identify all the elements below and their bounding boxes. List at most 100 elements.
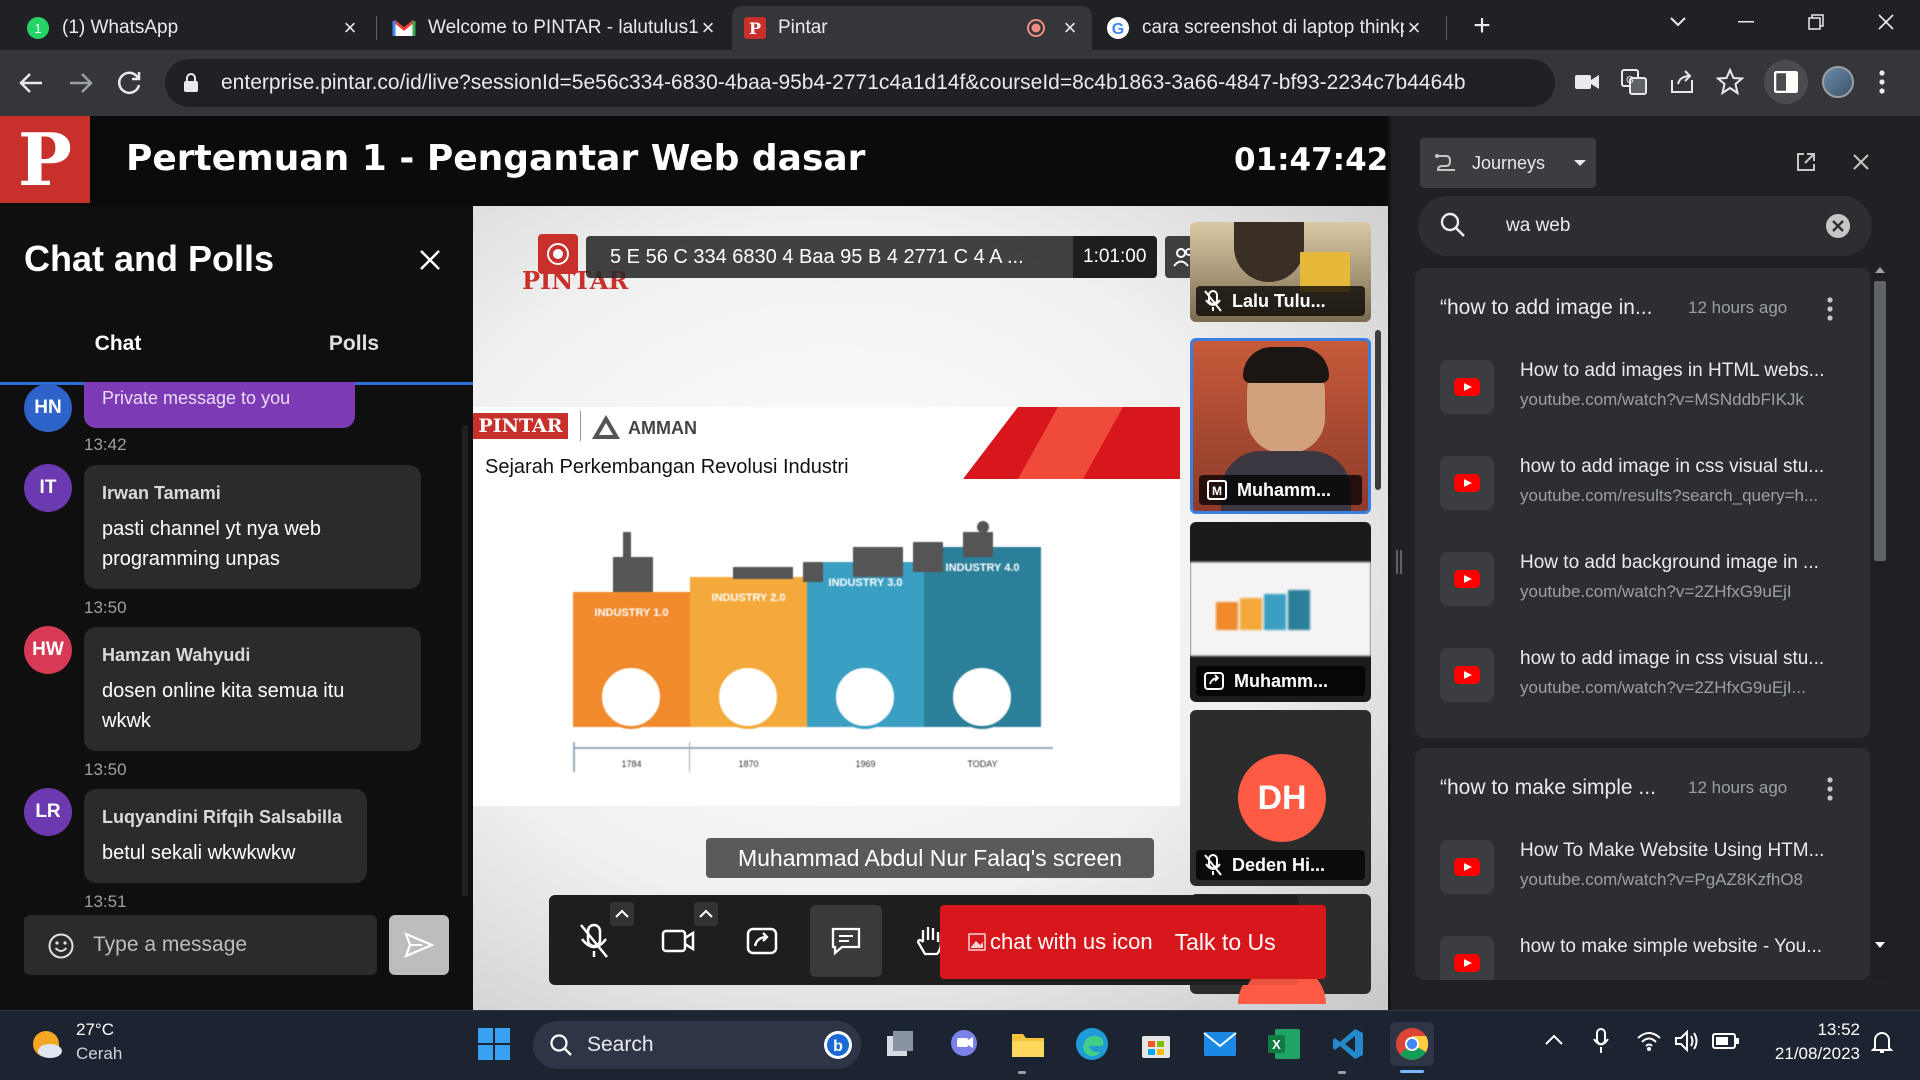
- youtube-icon: [1440, 456, 1494, 510]
- chat-message: Luqyandini Rifqih Salsabilla betul sekal…: [84, 789, 367, 883]
- close-tab-icon[interactable]: ×: [1404, 15, 1424, 41]
- chat-toggle-button[interactable]: [810, 905, 882, 977]
- clear-search-icon[interactable]: [1825, 213, 1851, 239]
- participant-tile-active[interactable]: M Muhamm...: [1190, 338, 1371, 514]
- taskbar-search[interactable]: Search b: [533, 1021, 861, 1069]
- bookmark-star-icon[interactable]: [1716, 68, 1744, 96]
- svg-text:M: M: [1212, 484, 1222, 498]
- journey-item-url: youtube.com/results?search_query=h...: [1520, 486, 1819, 505]
- close-tab-icon[interactable]: ×: [698, 15, 718, 41]
- side-scrollbar[interactable]: [1870, 265, 1890, 980]
- emoji-icon[interactable]: [48, 933, 74, 959]
- show-hidden-icons-icon[interactable]: [1544, 1034, 1564, 1046]
- back-icon[interactable]: [16, 68, 46, 98]
- profile-avatar[interactable]: [1822, 66, 1854, 98]
- reload-icon[interactable]: [114, 68, 144, 98]
- journey-time: 12 hours ago: [1688, 298, 1788, 317]
- journey-item-url: youtube.com/watch?v=PgAZ8KzfhO8: [1520, 870, 1804, 889]
- share-icon[interactable]: [1668, 68, 1696, 96]
- new-tab-button[interactable]: +: [1462, 8, 1502, 44]
- notifications-icon[interactable]: [1870, 1030, 1894, 1054]
- private-message-label: Private message to you: [84, 382, 355, 428]
- edge-icon[interactable]: [1070, 1022, 1114, 1066]
- chat-scrollbar[interactable]: [462, 426, 468, 896]
- teams-chat-icon[interactable]: [942, 1022, 986, 1066]
- journey-item[interactable]: how to add image in css visual stu... yo…: [1440, 448, 1860, 528]
- journeys-search-input[interactable]: wa web: [1418, 196, 1872, 256]
- file-explorer-icon[interactable]: [1006, 1022, 1050, 1066]
- tab-chat[interactable]: Chat: [0, 332, 236, 356]
- search-value: wa web: [1506, 215, 1571, 236]
- microsoft-store-icon[interactable]: [1134, 1022, 1178, 1066]
- close-icon[interactable]: [418, 248, 442, 272]
- chrome-icon[interactable]: [1390, 1022, 1434, 1066]
- journeys-dropdown[interactable]: Journeys: [1420, 138, 1596, 188]
- message-time: 13:42: [84, 435, 127, 454]
- minimize-button[interactable]: [1718, 0, 1774, 44]
- send-button[interactable]: [389, 915, 449, 975]
- translate-icon[interactable]: G: [1620, 68, 1648, 96]
- sender-name: Hamzan Wahyudi: [102, 645, 251, 665]
- journey-query[interactable]: “how to add image in...: [1440, 296, 1670, 320]
- close-tab-icon[interactable]: ×: [1060, 15, 1080, 41]
- participant-tile[interactable]: DH Deden Hi...: [1190, 710, 1371, 886]
- tab-gmail[interactable]: Welcome to PINTAR - lalutulus13 ×: [380, 6, 730, 50]
- participant-tile[interactable]: Lalu Tulu...: [1190, 222, 1371, 322]
- talk-to-us-button[interactable]: chat with us icon Talk to Us: [940, 905, 1326, 979]
- vscode-icon[interactable]: [1326, 1022, 1370, 1066]
- tab-title: Pintar: [778, 17, 828, 38]
- participant-tile[interactable]: Muhamm...: [1190, 522, 1371, 702]
- windows-start-icon[interactable]: [472, 1022, 516, 1066]
- journey-item[interactable]: How to add images in HTML webs... youtub…: [1440, 352, 1860, 432]
- restore-button[interactable]: [1788, 0, 1844, 44]
- clock-date[interactable]: 21/08/2023: [1740, 1044, 1860, 1064]
- journeys-icon: [1434, 152, 1458, 174]
- journey-item[interactable]: How to add background image in ... youtu…: [1440, 544, 1860, 624]
- side-panel-icon[interactable]: [1764, 60, 1808, 104]
- task-view-icon[interactable]: [878, 1022, 922, 1066]
- microphone-icon[interactable]: [1592, 1028, 1610, 1054]
- journey-item[interactable]: How To Make Website Using HTM... youtube…: [1440, 832, 1860, 912]
- close-panel-icon[interactable]: [1852, 153, 1870, 171]
- mail-icon[interactable]: [1198, 1022, 1242, 1066]
- wifi-icon[interactable]: [1636, 1030, 1662, 1052]
- close-window-button[interactable]: [1858, 0, 1914, 44]
- volume-icon[interactable]: [1674, 1030, 1700, 1052]
- svg-text:P: P: [749, 19, 761, 38]
- camera-blocked-icon[interactable]: [1574, 72, 1600, 92]
- svg-text:X: X: [1272, 1037, 1281, 1052]
- tab-whatsapp[interactable]: 1 (1) WhatsApp ×: [14, 6, 372, 50]
- tab-search-icon[interactable]: [1650, 0, 1706, 44]
- journey-item[interactable]: how to add image in css visual stu... yo…: [1440, 640, 1860, 720]
- panel-resize-handle[interactable]: [1396, 550, 1402, 574]
- page-title: Pertemuan 1 - Pengantar Web dasar: [126, 138, 866, 179]
- browser-tab-strip: 1 (1) WhatsApp × Welcome to PINTAR - lal…: [0, 0, 1920, 50]
- tiles-scrollbar[interactable]: [1375, 330, 1381, 490]
- more-options-icon[interactable]: [1826, 296, 1834, 322]
- clock-time[interactable]: 13:52: [1760, 1020, 1860, 1040]
- tab-pintar[interactable]: P Pintar ×: [732, 6, 1092, 50]
- address-bar[interactable]: enterprise.pintar.co/id/live?sessionId=5…: [165, 59, 1555, 107]
- excel-icon[interactable]: X: [1262, 1022, 1306, 1066]
- tab-polls[interactable]: Polls: [236, 332, 472, 356]
- slide-brand-pintar: PINTAR: [473, 413, 568, 439]
- avatar: HW: [24, 626, 72, 674]
- mic-options-chevron-icon[interactable]: [610, 902, 634, 926]
- battery-icon[interactable]: [1712, 1032, 1740, 1050]
- tab-google[interactable]: G cara screenshot di laptop thinkpa ×: [1094, 6, 1436, 50]
- journey-query[interactable]: “how to make simple ...: [1440, 776, 1670, 800]
- more-options-icon[interactable]: [1826, 776, 1834, 802]
- message-input[interactable]: Type a message: [24, 915, 377, 975]
- avatar: IT: [24, 464, 72, 512]
- menu-icon[interactable]: [1878, 68, 1886, 96]
- message-line: programming unpas: [102, 548, 280, 570]
- camera-options-chevron-icon[interactable]: [694, 902, 718, 926]
- weather-icon[interactable]: [28, 1026, 64, 1062]
- open-new-tab-icon[interactable]: [1795, 151, 1817, 173]
- close-tab-icon[interactable]: ×: [340, 15, 360, 41]
- chevron-down-icon: [1573, 159, 1587, 167]
- journey-item-title: How To Make Website Using HTM...: [1520, 840, 1825, 861]
- forward-icon[interactable]: [66, 68, 96, 98]
- share-screen-button[interactable]: [726, 905, 798, 977]
- journey-item[interactable]: how to make simple website - You...: [1440, 928, 1860, 980]
